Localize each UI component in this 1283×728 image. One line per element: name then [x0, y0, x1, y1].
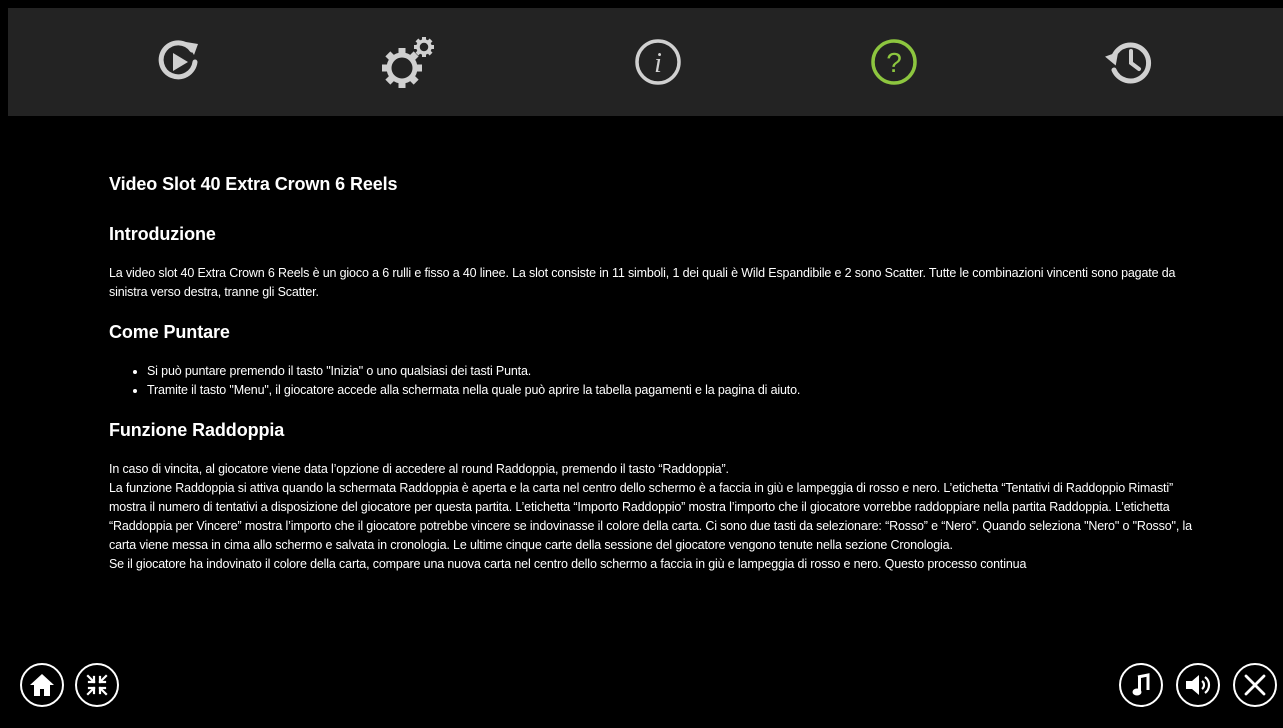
- sound-button[interactable]: [1176, 663, 1220, 707]
- double-text-3: Se il giocatore ha indovinato il colore …: [109, 557, 1027, 571]
- music-button[interactable]: [1119, 663, 1163, 707]
- home-button[interactable]: [20, 663, 64, 707]
- bet-heading: Come Puntare: [109, 322, 230, 342]
- svg-text:i: i: [654, 48, 662, 79]
- help-screen: i ? Video Slot 40 Extra Crown 6 Reels In…: [0, 0, 1283, 728]
- help-content: Video Slot 40 Extra Crown 6 Reels Introd…: [109, 172, 1199, 652]
- list-item: Tramite il tasto "Menu", il giocatore ac…: [147, 381, 1199, 400]
- top-toolbar: i ?: [8, 8, 1283, 116]
- intro-heading: Introduzione: [109, 224, 216, 244]
- history-button[interactable]: [1096, 30, 1160, 94]
- help-button[interactable]: ?: [862, 30, 926, 94]
- settings-button[interactable]: [378, 30, 442, 94]
- music-icon: [1132, 673, 1150, 696]
- info-button[interactable]: i: [626, 30, 690, 94]
- minimize-button[interactable]: [75, 663, 119, 707]
- bet-list: Si può puntare premendo il tasto "Inizia…: [109, 362, 1199, 400]
- close-button[interactable]: [1233, 663, 1277, 707]
- page-title: Video Slot 40 Extra Crown 6 Reels: [109, 174, 398, 194]
- history-icon: [1105, 42, 1152, 84]
- info-icon: i: [635, 39, 681, 85]
- minimize-icon: [86, 674, 108, 696]
- svg-text:?: ?: [886, 47, 902, 78]
- intro-text: La video slot 40 Extra Crown 6 Reels è u…: [109, 266, 1176, 299]
- home-icon: [30, 674, 54, 696]
- close-icon: [1244, 674, 1266, 696]
- help-icon: ?: [871, 39, 917, 85]
- list-item: Si può puntare premendo il tasto "Inizia…: [147, 362, 1199, 381]
- double-text-2: La funzione Raddoppia si attiva quando l…: [109, 481, 1192, 552]
- autoplay-icon: [158, 40, 198, 80]
- sound-icon: [1186, 675, 1211, 695]
- gear-icon: [382, 37, 434, 88]
- double-text-1: In caso di vincita, al giocatore viene d…: [109, 462, 729, 476]
- autoplay-button[interactable]: [146, 30, 210, 94]
- double-heading: Funzione Raddoppia: [109, 420, 285, 440]
